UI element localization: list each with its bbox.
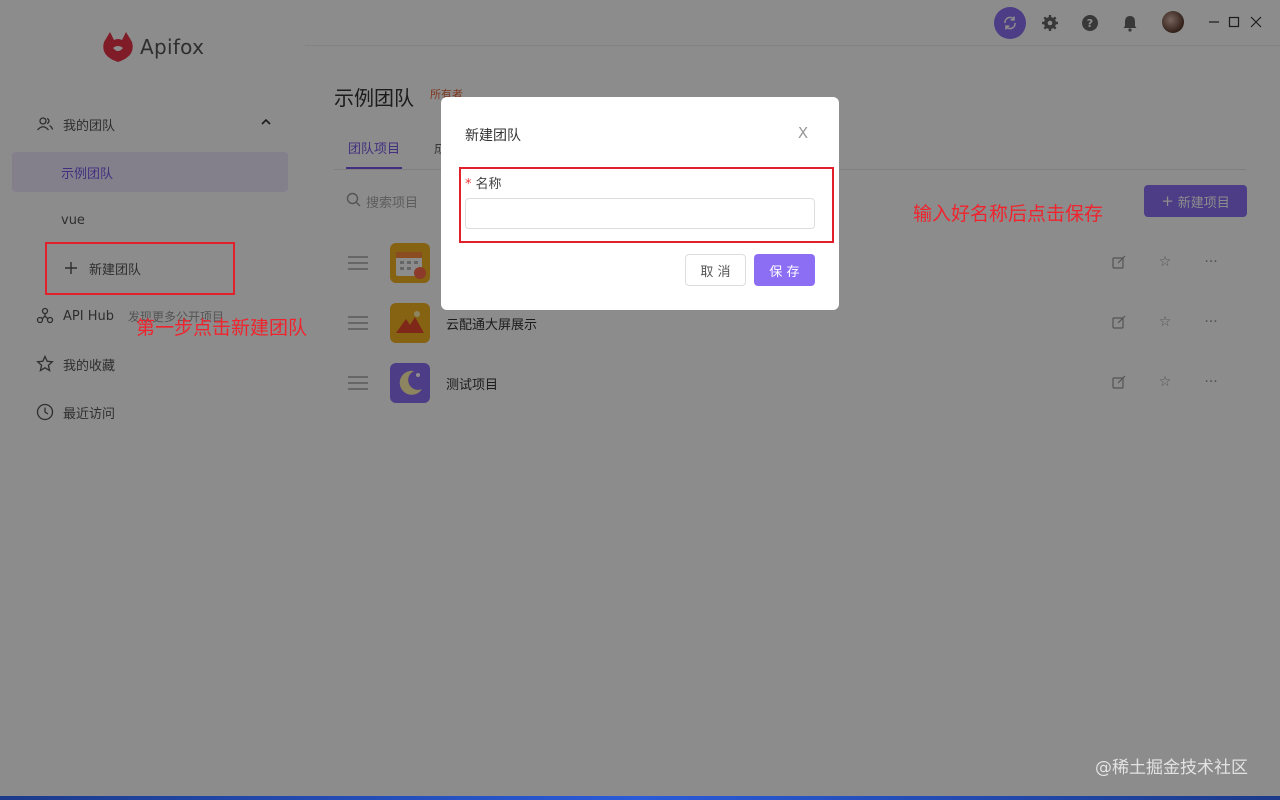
close-icon[interactable]: X bbox=[795, 124, 811, 142]
watermark: @稀土掘金技术社区 bbox=[1095, 758, 1248, 778]
annotation-step1: 第一步点击新建团队 bbox=[136, 317, 308, 339]
taskbar-strip bbox=[0, 796, 1280, 800]
cancel-button[interactable]: 取 消 bbox=[685, 254, 746, 286]
app-window: Apifox 我的团队 示例团队 vue 新建团队 API Hub 发现更多公开… bbox=[0, 0, 1280, 796]
annotation-box-name-field bbox=[459, 167, 834, 243]
save-button[interactable]: 保 存 bbox=[754, 254, 815, 286]
annotation-step2: 输入好名称后点击保存 bbox=[913, 203, 1104, 225]
annotation-box-new-team bbox=[45, 242, 235, 295]
dialog-title: 新建团队 bbox=[465, 128, 521, 144]
